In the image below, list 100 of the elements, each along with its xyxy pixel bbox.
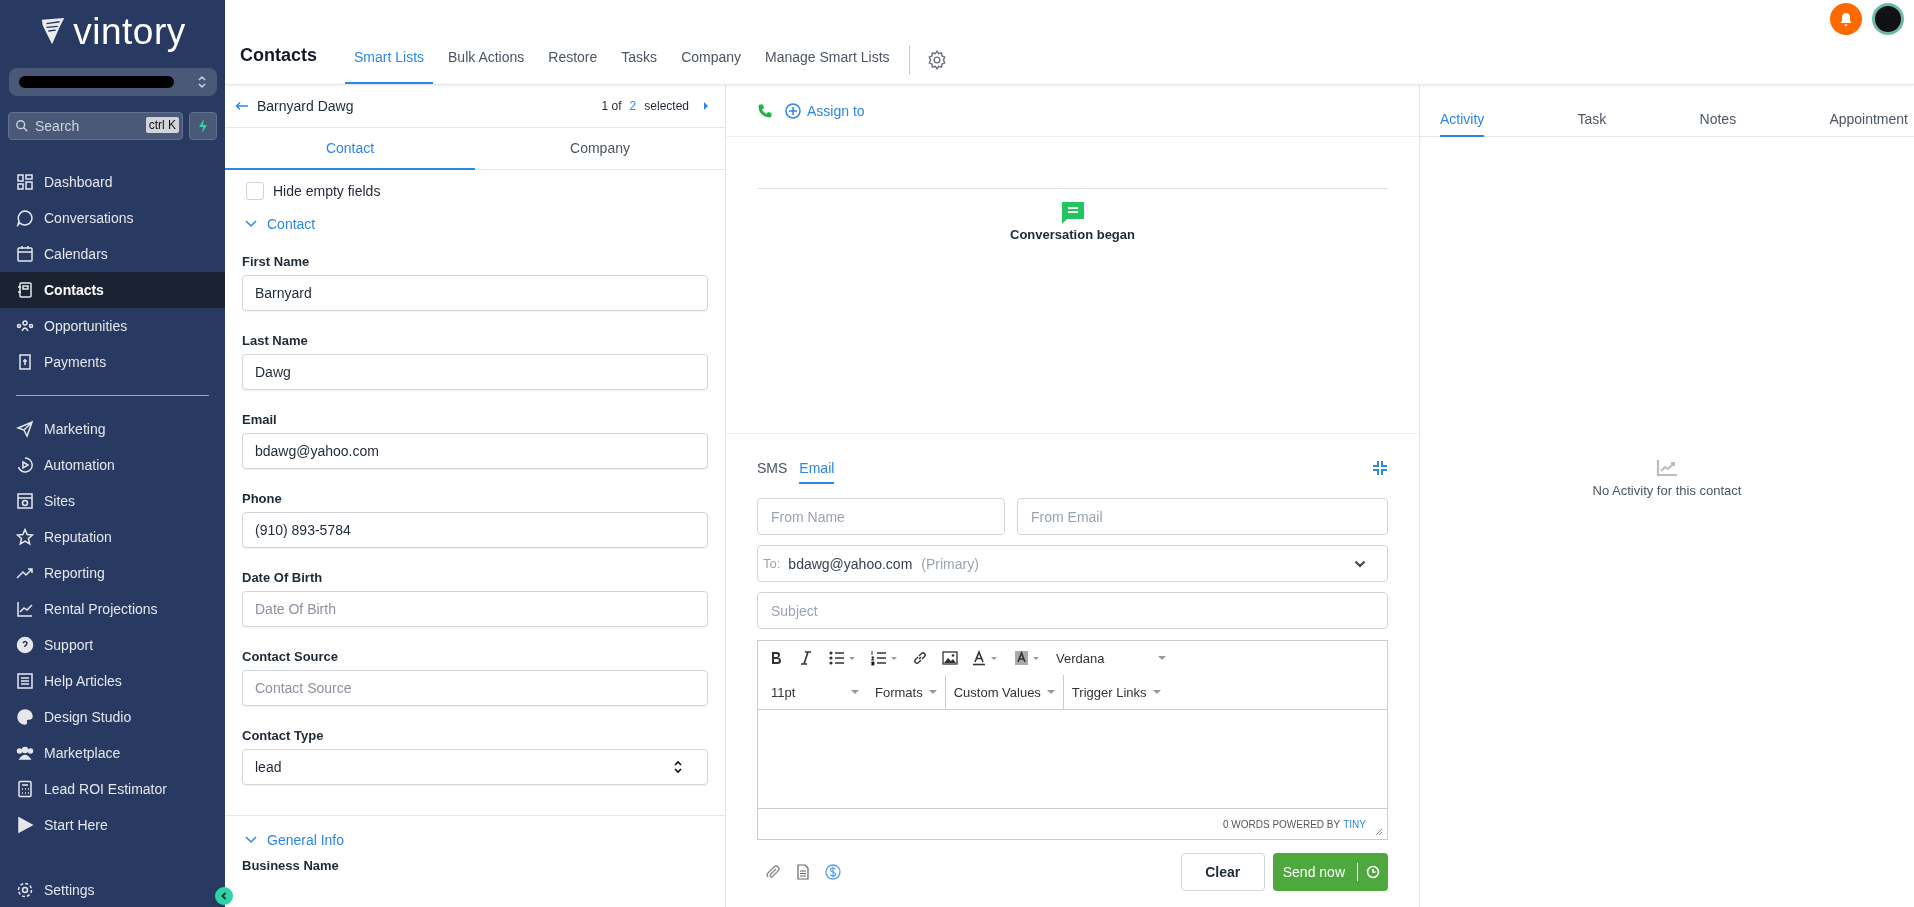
sidebar-item[interactable]: Design Studio <box>0 699 225 735</box>
section-toggle[interactable]: Contact <box>245 216 708 232</box>
input-field[interactable]: Date Of Birth <box>242 591 708 627</box>
recipient-field[interactable]: To: bdawg@yahoo.com (Primary) <box>757 545 1388 582</box>
link-icon[interactable] <box>912 650 928 666</box>
clear-button[interactable]: Clear <box>1180 853 1265 891</box>
header-tab[interactable]: Bulk Actions <box>439 49 534 84</box>
activity-tab[interactable]: Activity <box>1440 111 1485 137</box>
checkbox[interactable] <box>246 182 264 200</box>
input-field[interactable]: (910) 893-5784 <box>242 512 708 548</box>
section-toggle[interactable]: General Info <box>245 832 708 848</box>
document-icon[interactable] <box>795 864 811 880</box>
sidebar-item[interactable]: Marketplace <box>0 735 225 771</box>
header-tab[interactable]: Restore <box>539 49 607 84</box>
collapse-button[interactable] <box>215 887 233 905</box>
logo-text: vintory <box>73 12 186 52</box>
channel-tab[interactable]: Email <box>799 452 835 484</box>
search-icon <box>15 119 29 133</box>
activity-tab[interactable]: Notes <box>1699 111 1737 137</box>
sidebar-item[interactable]: Lead ROI Estimator <box>0 771 225 807</box>
bullet-list-icon[interactable] <box>828 650 856 666</box>
toolbar-menu[interactable]: Trigger Links <box>1062 675 1169 709</box>
field-label: First Name <box>242 254 311 269</box>
sidebar-item[interactable]: Dashboard <box>0 164 225 200</box>
header-tab[interactable]: Smart Lists <box>345 49 434 84</box>
paperclip-icon[interactable] <box>765 864 781 880</box>
next-icon[interactable] <box>703 101 709 111</box>
nav-icon <box>16 600 34 618</box>
nav-icon <box>16 173 34 191</box>
input-field[interactable]: bdawg@yahoo.com <box>242 433 708 469</box>
highlight-color-icon[interactable] <box>1014 650 1042 666</box>
input-field[interactable]: Dawg <box>242 354 708 390</box>
settings-icon <box>16 881 34 899</box>
nav-icon <box>16 492 34 510</box>
input-field[interactable]: Subject <box>757 592 1388 629</box>
chevron-down-icon <box>1354 559 1366 568</box>
panel-tab[interactable]: Contact <box>225 128 475 170</box>
assign-button[interactable]: Assign to <box>785 102 865 119</box>
nav-icon <box>16 636 34 654</box>
header-tab[interactable]: Company <box>672 49 751 84</box>
sidebar-item[interactable]: Automation <box>0 447 225 483</box>
back-arrow-icon[interactable] <box>235 101 249 111</box>
chevron-left-icon <box>219 891 229 901</box>
account-selector[interactable] <box>9 68 217 96</box>
dollar-circle-icon[interactable] <box>825 864 841 880</box>
toolbar-menu[interactable]: Formats <box>867 675 945 709</box>
quick-action-button[interactable] <box>189 112 217 140</box>
channel-tab[interactable]: SMS <box>757 452 788 484</box>
pager-text: selected <box>644 99 689 113</box>
image-icon[interactable] <box>942 650 958 666</box>
numbered-list-icon[interactable] <box>870 650 898 666</box>
input-field[interactable]: Barnyard <box>242 275 708 311</box>
input-field[interactable]: From Name <box>757 498 1005 535</box>
nav-icon <box>16 780 34 798</box>
collapse-icon[interactable] <box>1372 460 1388 476</box>
toolbar-menu[interactable]: Custom Values <box>944 675 1063 709</box>
tiny-link[interactable]: TINY <box>1343 818 1366 830</box>
sidebar-item[interactable]: Reporting <box>0 555 225 591</box>
resize-handle-icon[interactable] <box>1375 828 1383 836</box>
settings-item[interactable]: Settings <box>0 873 115 907</box>
sidebar-item[interactable]: Start Here <box>0 807 225 843</box>
sidebar-item[interactable]: Contacts <box>0 272 225 308</box>
panel-tab[interactable]: Company <box>475 128 725 170</box>
sidebar-item[interactable]: Calendars <box>0 236 225 272</box>
nav-icon <box>16 456 34 474</box>
sidebar-item[interactable]: Support <box>0 627 225 663</box>
input-field[interactable]: Contact Source <box>242 670 708 706</box>
pager-total[interactable]: 2 <box>629 99 637 113</box>
chevron-icon <box>245 836 257 844</box>
field-label: Last Name <box>242 333 309 348</box>
font-size-dropdown[interactable]: 11pt <box>761 675 867 709</box>
select-field[interactable]: lead <box>242 749 708 785</box>
sidebar-item[interactable]: Payments <box>0 344 225 380</box>
field-label: Email <box>242 412 278 427</box>
sidebar-item[interactable]: Help Articles <box>0 663 225 699</box>
font-dropdown[interactable]: Verdana <box>1056 650 1166 666</box>
phone-icon[interactable] <box>757 102 773 119</box>
field-label: Business Name <box>242 858 340 873</box>
sidebar-item[interactable]: Rental Projections <box>0 591 225 627</box>
notification-button[interactable] <box>1830 3 1862 35</box>
sidebar-item[interactable]: Sites <box>0 483 225 519</box>
header-tab[interactable]: Manage Smart Lists <box>756 49 899 84</box>
activity-tab[interactable]: Appointment <box>1829 111 1908 137</box>
word-count-text: 0 WORDS POWERED BY <box>1222 818 1341 830</box>
sidebar-item[interactable]: Conversations <box>0 200 225 236</box>
text-color-icon[interactable] <box>972 650 1000 666</box>
caret-icon <box>928 689 937 695</box>
italic-icon[interactable] <box>798 650 814 666</box>
chevron-updown-icon <box>673 760 683 774</box>
sidebar-item[interactable]: Opportunities <box>0 308 225 344</box>
header-tab[interactable]: Tasks <box>612 49 667 84</box>
nav-icon <box>16 353 34 371</box>
avatar[interactable] <box>1872 3 1904 35</box>
activity-tab[interactable]: Task <box>1577 111 1607 137</box>
clock-icon <box>1366 865 1380 879</box>
caret-icon <box>1046 689 1055 695</box>
sidebar-item[interactable]: Marketing <box>0 411 225 447</box>
field-label: Contact Source <box>242 649 340 664</box>
input-field[interactable]: From Email <box>1017 498 1388 535</box>
sidebar-item[interactable]: Reputation <box>0 519 225 555</box>
